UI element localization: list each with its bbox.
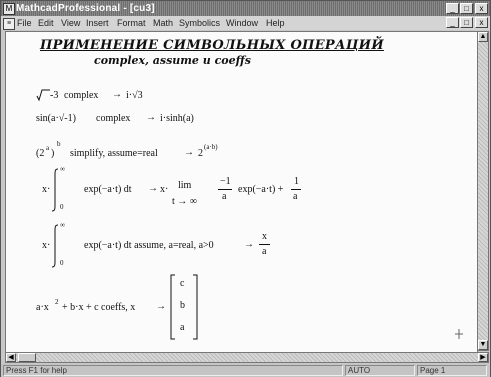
worksheet-subheading: complex, assume и coeffs — [94, 54, 251, 67]
arrow: → — [112, 89, 122, 100]
arrow: → — [156, 301, 166, 312]
prefix2: x· — [160, 184, 169, 195]
fraction-numerator: x — [262, 231, 267, 242]
upper-limit: ∞ — [60, 221, 65, 229]
integral-icon — [51, 224, 59, 268]
exp-term: exp(−a·t) + — [238, 184, 284, 195]
fraction-denominator: a — [222, 191, 227, 202]
base: (2 — [36, 148, 45, 159]
horizontal-scroll-thumb[interactable] — [18, 353, 36, 362]
radicand: -3 — [50, 90, 59, 101]
keyword-complex: complex — [64, 90, 99, 101]
expression-rest: + b·x + c coeffs, x — [62, 302, 136, 313]
doc-close-button[interactable]: x — [475, 17, 488, 28]
minimize-button[interactable]: _ — [446, 3, 459, 14]
arrow: → — [146, 112, 156, 123]
document-icon[interactable]: ≡ — [3, 18, 15, 30]
vector-element: a — [180, 322, 185, 333]
worksheet[interactable]: ПРИМЕНЕНИЕ СИМВОЛЬНЫХ ОПЕРАЦИЙ complex, … — [5, 31, 478, 353]
arrow: → — [148, 183, 158, 194]
doc-minimize-button[interactable]: _ — [446, 17, 459, 28]
close-button[interactable]: x — [475, 3, 488, 14]
title-bar[interactable]: M MathcadProfessional - [cu3] _ □ x — [1, 1, 490, 16]
menu-insert[interactable]: Insert — [86, 16, 109, 30]
result-base: 2 — [198, 148, 203, 159]
doc-restore-button[interactable]: □ — [460, 17, 473, 28]
close-paren: ) — [51, 148, 55, 159]
inner-exponent: a — [46, 144, 50, 152]
expression: sin(a·√-1) — [36, 113, 76, 124]
menu-edit[interactable]: Edit — [38, 16, 54, 30]
integrand: exp(−a·t) dt — [84, 184, 132, 195]
menu-file[interactable]: File — [17, 16, 32, 30]
upper-limit: ∞ — [60, 165, 65, 173]
result-exponent: (a·b) — [204, 143, 218, 151]
application-window: M MathcadProfessional - [cu3] _ □ x ≡ Fi… — [0, 0, 491, 377]
lower-limit: 0 — [60, 203, 64, 211]
result: i·√3 — [126, 90, 143, 101]
arrow: → — [184, 147, 194, 158]
fraction2-bar — [291, 189, 301, 190]
horizontal-scrollbar[interactable]: ◀ ▶ — [5, 352, 489, 363]
fraction-numerator: −1 — [220, 176, 231, 187]
worksheet-heading: ПРИМЕНЕНИЕ СИМВОЛЬНЫХ ОПЕРАЦИЙ — [40, 38, 384, 53]
vertical-scrollbar[interactable]: ▲ ▼ — [477, 31, 489, 351]
fraction2-denominator: a — [293, 191, 298, 202]
menu-window[interactable]: Window — [226, 16, 258, 30]
menu-view[interactable]: View — [61, 16, 80, 30]
vector-element: b — [180, 300, 185, 311]
menu-symbolics[interactable]: Symbolics — [179, 16, 220, 30]
menu-help[interactable]: Help — [266, 16, 285, 30]
status-mode: AUTO — [345, 365, 415, 376]
arrow: → — [244, 239, 254, 250]
fraction-bar — [259, 244, 270, 245]
scroll-down-button[interactable]: ▼ — [478, 340, 488, 350]
vector-element: c — [180, 278, 185, 289]
fraction2-numerator: 1 — [294, 176, 299, 187]
keyword-complex: complex — [96, 113, 131, 124]
keyword-simplify: simplify, assume=real — [70, 148, 158, 159]
expression: a·x — [36, 302, 49, 313]
menu-format[interactable]: Format — [117, 16, 146, 30]
lim: lim — [178, 180, 192, 191]
lim-subscript: t → ∞ — [172, 196, 197, 207]
maximize-button[interactable]: □ — [460, 3, 473, 14]
exponent: 2 — [55, 298, 59, 306]
outer-exponent: b — [57, 140, 61, 148]
result: i·sinh(a) — [160, 113, 194, 124]
window-title: MathcadProfessional - [cu3] — [16, 3, 155, 14]
app-icon[interactable]: M — [3, 3, 15, 15]
status-page: Page 1 — [417, 365, 487, 376]
lower-limit: 0 — [60, 259, 64, 267]
scroll-right-button[interactable]: ▶ — [478, 353, 488, 362]
fraction-bar — [218, 189, 232, 190]
menu-bar: ≡ File Edit View Insert Format Math Symb… — [1, 16, 490, 30]
scroll-left-button[interactable]: ◀ — [6, 353, 16, 362]
status-help-hint: Press F1 for help — [3, 365, 343, 376]
radical-icon — [36, 89, 50, 102]
integrand: exp(−a·t) dt assume, a=real, a>0 — [84, 240, 214, 251]
integral-icon — [51, 168, 59, 212]
menu-math[interactable]: Math — [153, 16, 173, 30]
scroll-up-button[interactable]: ▲ — [478, 32, 488, 42]
status-bar: Press F1 for help AUTO Page 1 — [1, 364, 490, 377]
cursor-crosshair-icon — [455, 329, 463, 339]
fraction-denominator: a — [262, 246, 267, 257]
